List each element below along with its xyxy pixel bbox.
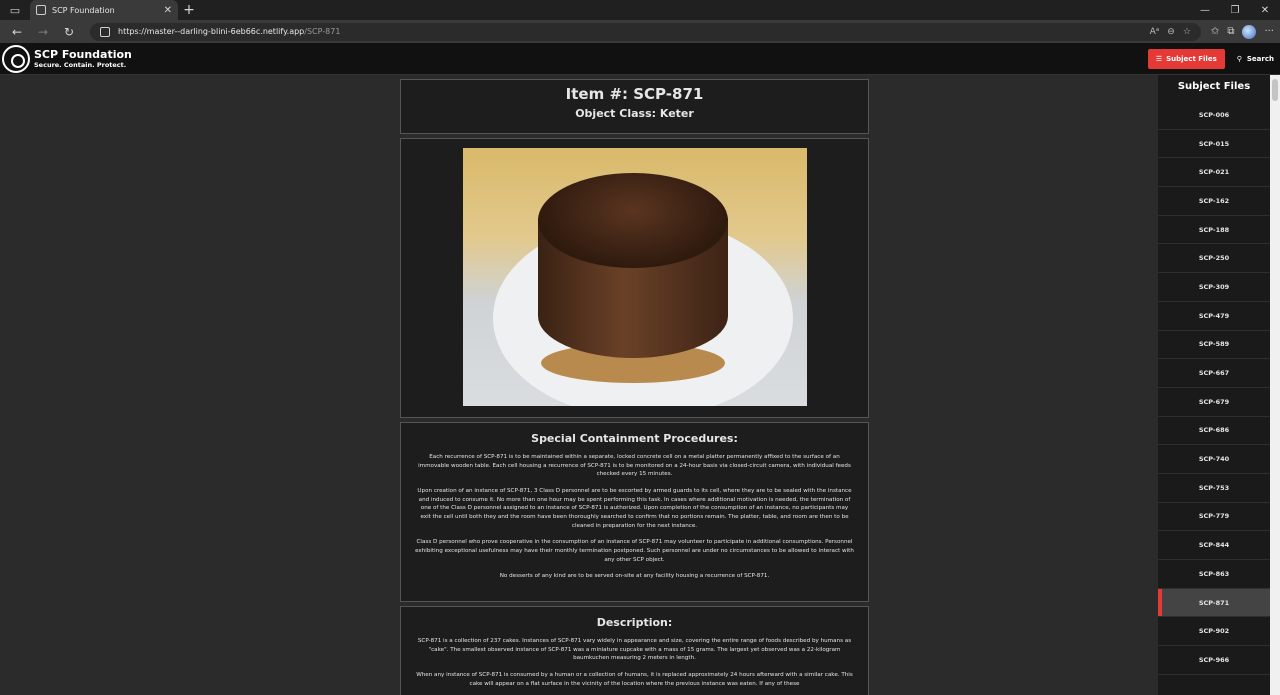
main-area: Item #: SCP-871 Object Class: Keter Spec… bbox=[0, 75, 1280, 695]
minimize-icon[interactable]: — bbox=[1190, 0, 1220, 20]
sidebar-item-scp-162[interactable]: SCP-162 bbox=[1158, 187, 1270, 216]
containment-paragraph: Upon creation of an instance of SCP-871,… bbox=[417, 487, 852, 529]
sidebar-item-scp-844[interactable]: SCP-844 bbox=[1158, 531, 1270, 560]
sidebar-item-scp-679[interactable]: SCP-679 bbox=[1158, 388, 1270, 417]
image-card bbox=[400, 138, 869, 418]
more-menu-icon[interactable]: ··· bbox=[1264, 26, 1274, 37]
containment-paragraph: Class D personnel who prove cooperative … bbox=[415, 539, 854, 563]
zoom-icon[interactable]: ⊖ bbox=[1167, 27, 1175, 37]
sidebar-item-scp-779[interactable]: SCP-779 bbox=[1158, 503, 1270, 532]
sidebar-item-scp-740[interactable]: SCP-740 bbox=[1158, 445, 1270, 474]
scp-emblem-icon bbox=[2, 44, 30, 73]
favorites-icon[interactable]: ✩ bbox=[1211, 26, 1219, 37]
tab-title: SCP Foundation bbox=[52, 5, 115, 15]
description-heading: Description: bbox=[596, 615, 673, 629]
description-card: Description: SCP-871 is a collection of … bbox=[400, 605, 869, 695]
search-button[interactable]: ⚲ Search bbox=[1237, 55, 1274, 63]
url-field[interactable]: https://master--darling-blini-6eb66c.net… bbox=[90, 22, 1201, 41]
read-aloud-icon[interactable]: Aᵃ bbox=[1150, 27, 1160, 37]
site-logo[interactable]: SCP Foundation Secure. Contain. Protect. bbox=[0, 44, 132, 73]
close-tab-icon[interactable]: ✕ bbox=[164, 5, 172, 16]
sidebar-item-scp-753[interactable]: SCP-753 bbox=[1158, 474, 1270, 503]
sidebar-item-scp-250[interactable]: SCP-250 bbox=[1158, 244, 1270, 274]
menu-icon: ☰ bbox=[1155, 55, 1163, 63]
site-name: SCP Foundation bbox=[34, 47, 132, 61]
sidebar-item-scp-902[interactable]: SCP-902 bbox=[1158, 617, 1270, 647]
sidebar-item-scp-966[interactable]: SCP-966 bbox=[1158, 646, 1270, 675]
sidebar-item-scp-015[interactable]: SCP-015 bbox=[1158, 130, 1270, 159]
sidebar-item-scp-667[interactable]: SCP-667 bbox=[1158, 359, 1270, 388]
item-number: Item #: SCP-871 bbox=[565, 85, 704, 103]
close-window-icon[interactable]: ✕ bbox=[1250, 0, 1280, 20]
page-scrollbar[interactable] bbox=[1270, 75, 1280, 695]
cake-photo bbox=[462, 148, 807, 406]
url-text: https://master--darling-blini-6eb66c.net… bbox=[118, 27, 341, 36]
containment-heading: Special Containment Procedures: bbox=[531, 432, 738, 445]
refresh-icon[interactable]: ↻ bbox=[58, 22, 80, 42]
browser-tools: ✩ ⧉ ··· bbox=[1211, 24, 1274, 39]
sidebar-item-scp-006[interactable]: SCP-006 bbox=[1158, 101, 1270, 130]
sidebar-item-scp-479[interactable]: SCP-479 bbox=[1158, 302, 1270, 331]
subject-files-button[interactable]: ☰ Subject Files bbox=[1147, 49, 1225, 69]
containment-paragraph: No desserts of any kind are to be served… bbox=[499, 573, 770, 580]
site-tagline: Secure. Contain. Protect. bbox=[34, 60, 127, 69]
sidebar-item-scp-686[interactable]: SCP-686 bbox=[1158, 417, 1270, 446]
restore-icon[interactable]: ❐ bbox=[1220, 0, 1250, 20]
back-icon[interactable]: ← bbox=[6, 22, 28, 42]
subject-files-sidebar: Subject Files SCP-006 SCP-015 SCP-021 SC… bbox=[1158, 75, 1270, 695]
containment-card: Special Containment Procedures: Each rec… bbox=[400, 422, 869, 602]
sidebar-item-scp-188[interactable]: SCP-188 bbox=[1158, 216, 1270, 245]
site-header: SCP Foundation Secure. Contain. Protect.… bbox=[0, 43, 1280, 75]
scrollbar-thumb[interactable] bbox=[1272, 79, 1278, 101]
description-paragraph: When any instance of SCP-871 is consumed… bbox=[416, 671, 853, 687]
address-toolbar: ← → ↻ https://master--darling-blini-6eb6… bbox=[0, 20, 1280, 43]
sidebar-item-scp-871[interactable]: SCP-871 bbox=[1158, 588, 1270, 618]
tab-actions-icon[interactable]: ▭ bbox=[0, 0, 30, 20]
sidebar-item-scp-309[interactable]: SCP-309 bbox=[1158, 273, 1270, 302]
sidebar-item-scp-863[interactable]: SCP-863 bbox=[1158, 560, 1270, 589]
new-tab-icon[interactable]: + bbox=[178, 0, 200, 20]
window-controls: — ❐ ✕ bbox=[1190, 0, 1280, 20]
search-icon: ⚲ bbox=[1236, 55, 1242, 63]
sidebar-item-scp-589[interactable]: SCP-589 bbox=[1158, 331, 1270, 360]
page-favicon-icon bbox=[36, 5, 46, 15]
description-paragraph: SCP-871 is a collection of 237 cakes. In… bbox=[417, 637, 852, 662]
item-header-card: Item #: SCP-871 Object Class: Keter bbox=[400, 79, 869, 134]
favorite-star-icon[interactable]: ☆ bbox=[1183, 27, 1191, 37]
forward-icon[interactable]: → bbox=[32, 22, 54, 42]
sidebar-title: Subject Files bbox=[1177, 81, 1251, 92]
containment-paragraph: Each recurrence of SCP-871 is to be main… bbox=[418, 454, 851, 478]
object-class: Object Class: Keter bbox=[575, 107, 694, 120]
lock-icon bbox=[100, 26, 110, 37]
article: Item #: SCP-871 Object Class: Keter Spec… bbox=[400, 79, 869, 695]
browser-tab[interactable]: SCP Foundation ✕ bbox=[30, 0, 178, 20]
collections-icon[interactable]: ⧉ bbox=[1227, 26, 1234, 37]
sidebar-item-scp-021[interactable]: SCP-021 bbox=[1158, 158, 1270, 188]
profile-avatar[interactable] bbox=[1242, 24, 1257, 39]
browser-tab-bar: ▭ SCP Foundation ✕ + — ❐ ✕ bbox=[0, 0, 1280, 20]
